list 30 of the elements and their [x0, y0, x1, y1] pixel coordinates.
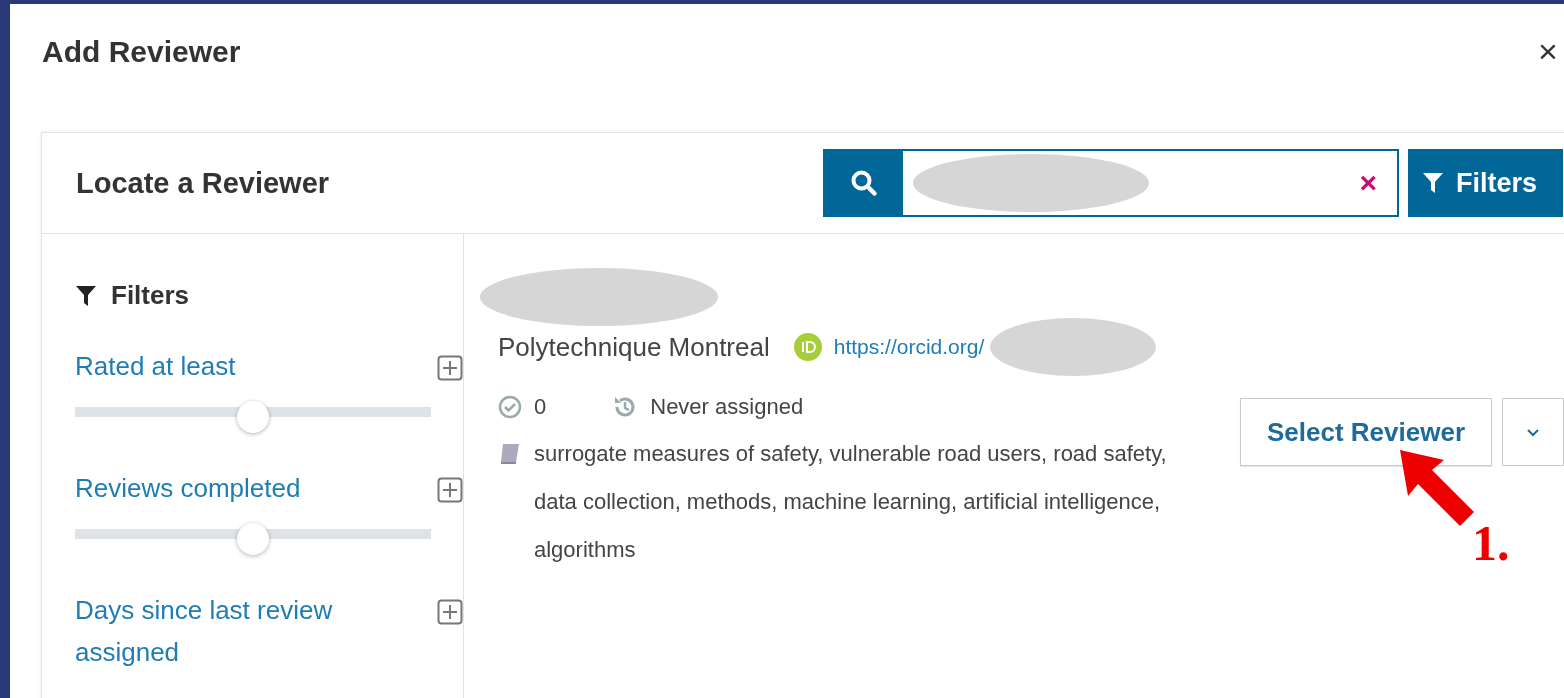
- slider-thumb[interactable]: [237, 401, 269, 433]
- annotation-label: 1.: [1472, 514, 1510, 572]
- expand-icon[interactable]: [437, 355, 463, 381]
- search-field[interactable]: ×: [823, 149, 1399, 217]
- orcid-icon: [793, 333, 822, 361]
- expand-icon[interactable]: [437, 477, 463, 503]
- reviewer-affiliation: Polytechnique Montreal: [498, 331, 770, 363]
- panel-title: Locate a Reviewer: [76, 166, 331, 200]
- funnel-icon: [1422, 171, 1444, 195]
- close-button[interactable]: ×: [1538, 32, 1558, 71]
- funnel-icon: [75, 283, 97, 308]
- select-reviewer-button[interactable]: Select Reviewer: [1240, 398, 1492, 466]
- orcid-link[interactable]: https://orcid.org/: [833, 335, 985, 359]
- reviewer-interests: surrogate measures of safety, vulnerable road users, road safety, data collection, methods, machine learning, artificial intelligence, algorithms: [534, 440, 1168, 564]
- caret-icon: [1526, 427, 1540, 437]
- completed-count: 0: [534, 394, 547, 420]
- filters-heading: Filters: [111, 280, 190, 311]
- filters-button[interactable]: Filters: [1408, 149, 1563, 217]
- clear-button[interactable]: ×: [1359, 166, 1377, 200]
- dialog-title: Add Reviewer: [42, 35, 241, 69]
- search-icon: [850, 169, 878, 197]
- filter-label[interactable]: Days since last review assigned: [75, 589, 395, 673]
- check-circle-icon: [498, 395, 522, 419]
- expand-icon[interactable]: [437, 599, 463, 625]
- last-assigned: Never assigned: [650, 394, 804, 420]
- book-icon: [498, 442, 522, 466]
- filter-label[interactable]: Reviews completed: [75, 467, 301, 509]
- filter-label[interactable]: Rated at least: [75, 345, 236, 387]
- slider-thumb[interactable]: [237, 523, 269, 555]
- dropdown-button[interactable]: [1502, 398, 1564, 466]
